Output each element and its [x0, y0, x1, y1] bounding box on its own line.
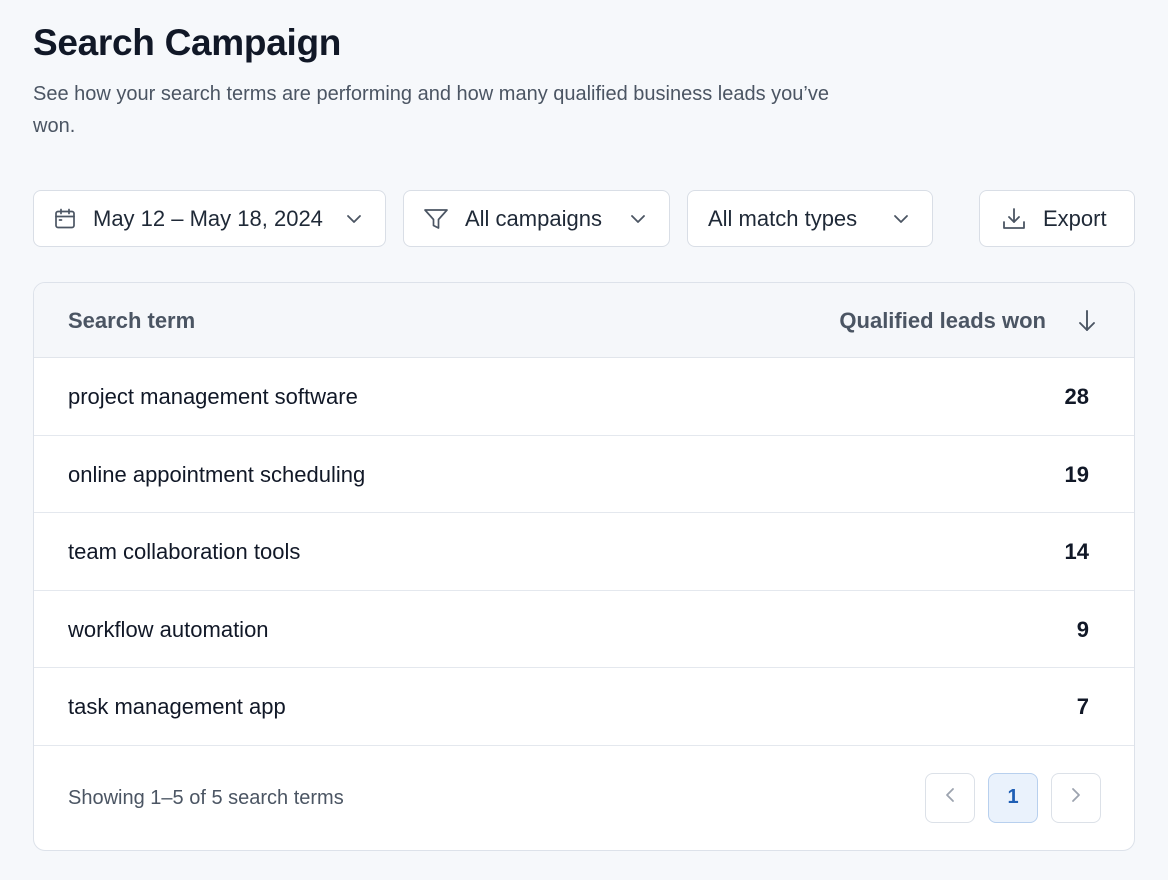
calendar-icon	[53, 207, 77, 231]
table-row[interactable]: workflow automation 9	[34, 591, 1134, 669]
search-terms-table: Search term Qualified leads won project …	[33, 282, 1135, 851]
qualified-leads-cell: 28	[1064, 384, 1089, 409]
search-term-cell: team collaboration tools	[68, 539, 301, 565]
page-button-current[interactable]: 1	[988, 772, 1038, 823]
campaign-label: All campaigns	[465, 205, 602, 231]
qualified-leads-cell: 19	[1064, 461, 1089, 487]
filter-icon	[423, 207, 449, 231]
next-page-button[interactable]	[1051, 772, 1101, 823]
download-icon	[1001, 206, 1027, 232]
chevron-left-icon	[942, 786, 958, 810]
qualified-leads-cell: 14	[1064, 539, 1089, 565]
filter-toolbar: May 12 – May 18, 2024 All campaigns All …	[33, 190, 1135, 247]
date-range-dropdown[interactable]: May 12 – May 18, 2024	[33, 190, 386, 247]
match-type-label: All match types	[708, 205, 858, 231]
table-row[interactable]: team collaboration tools 14	[34, 513, 1134, 591]
chevron-right-icon	[1068, 786, 1084, 810]
previous-page-button[interactable]	[925, 772, 975, 823]
export-button[interactable]: Export	[979, 190, 1135, 247]
column-header-search-term[interactable]: Search term	[68, 283, 195, 358]
date-range-label: May 12 – May 18, 2024	[93, 205, 323, 231]
page-subtitle: See how your search terms are performing…	[33, 83, 829, 137]
qualified-leads-cell: 9	[1076, 616, 1089, 642]
table-row[interactable]: project management software 28	[34, 358, 1134, 436]
pagination-summary: Showing 1–5 of 5 search terms	[68, 786, 344, 809]
export-label: Export	[1043, 205, 1107, 231]
chevron-down-icon	[345, 210, 363, 228]
table-footer: Showing 1–5 of 5 search terms 1	[34, 746, 1134, 850]
page-title: Search Campaign	[33, 22, 342, 63]
table-row[interactable]: online appointment scheduling 19	[34, 436, 1134, 514]
page: Search Campaign See how your search term…	[0, 0, 1168, 880]
match-type-dropdown[interactable]: All match types	[687, 190, 933, 247]
arrow-down-icon[interactable]	[1076, 309, 1098, 338]
column-header-qualified-leads[interactable]: Qualified leads won	[839, 283, 1046, 358]
campaign-dropdown[interactable]: All campaigns	[403, 190, 670, 247]
table-row[interactable]: task management app 7	[34, 668, 1134, 746]
search-term-cell: project management software	[68, 384, 358, 409]
search-term-cell: workflow automation	[68, 616, 269, 642]
search-term-cell: online appointment scheduling	[68, 461, 366, 487]
chevron-down-icon	[892, 210, 910, 228]
chevron-down-icon	[629, 210, 647, 228]
table-header: Search term Qualified leads won	[34, 283, 1134, 358]
qualified-leads-cell: 7	[1076, 694, 1089, 720]
search-term-cell: task management app	[68, 694, 286, 720]
